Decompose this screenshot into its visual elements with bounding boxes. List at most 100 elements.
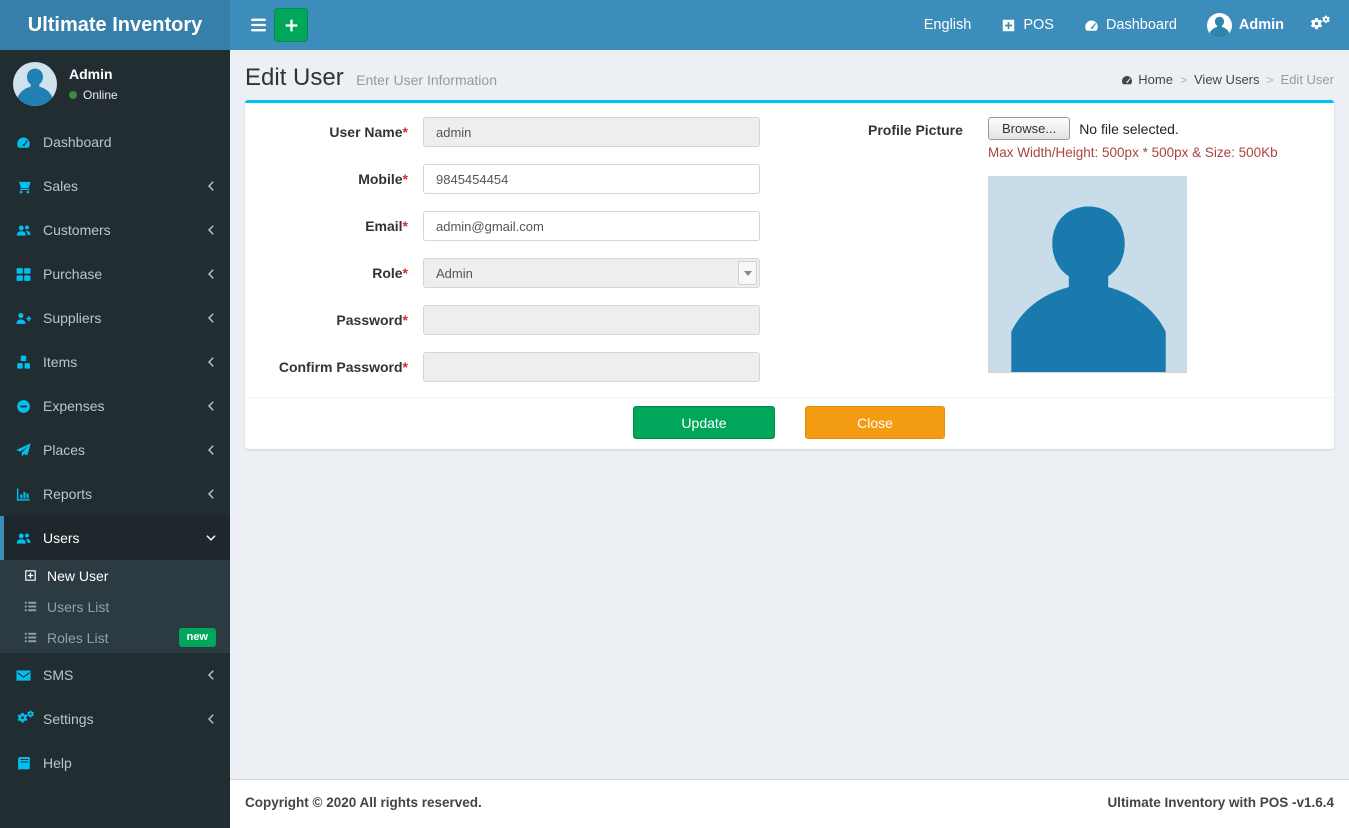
chevron-left-icon: [206, 313, 216, 323]
chevron-left-icon: [206, 670, 216, 680]
close-button[interactable]: Close: [805, 406, 945, 439]
breadcrumb-home[interactable]: Home: [1121, 72, 1173, 87]
users-submenu: New User Users List Roles List new: [0, 560, 230, 653]
sidebar-item-new-user[interactable]: New User: [0, 560, 230, 591]
page-subtitle: Enter User Information: [356, 72, 497, 88]
online-status-icon: [69, 91, 77, 99]
sidebar-item-customers[interactable]: Customers: [0, 208, 230, 252]
user-plus-icon: [16, 311, 43, 326]
avatar: [1207, 13, 1232, 38]
form-row: Password*: [260, 305, 790, 335]
nav-language[interactable]: English: [909, 0, 987, 50]
content-header: Edit User Enter User Information Home > …: [230, 50, 1349, 100]
sidebar-item-sms[interactable]: SMS: [0, 653, 230, 697]
sidebar-item-sales[interactable]: Sales: [0, 164, 230, 208]
nav-user-name: Admin: [1239, 17, 1284, 33]
nav-settings[interactable]: [1299, 0, 1341, 50]
confirm-password-input[interactable]: [423, 352, 760, 382]
chevron-left-icon: [206, 445, 216, 455]
plus-square-icon: [1001, 18, 1016, 33]
sidebar-item-roles-list[interactable]: Roles List new: [0, 622, 230, 653]
bar-chart-icon: [16, 487, 43, 502]
cart-icon: [16, 179, 43, 194]
chevron-left-icon: [206, 714, 216, 724]
sidebar-item-places[interactable]: Places: [0, 428, 230, 472]
sidebar-item-suppliers[interactable]: Suppliers: [0, 296, 230, 340]
hamburger-icon: [250, 18, 267, 32]
file-status-text: No file selected.: [1079, 121, 1179, 137]
sidebar-item-settings[interactable]: Settings: [0, 697, 230, 741]
required-asterisk: *: [403, 359, 408, 375]
envelope-icon: [16, 668, 43, 683]
chevron-left-icon: [206, 489, 216, 499]
form-row: Confirm Password*: [260, 352, 790, 382]
breadcrumb-separator: >: [1180, 73, 1187, 87]
username-label: User Name*: [260, 117, 423, 147]
role-label: Role*: [260, 258, 423, 288]
sidebar-menu: Dashboard Sales Customers Purchase Suppl…: [0, 120, 230, 785]
quick-add-button[interactable]: [274, 8, 308, 42]
profile-picture-label: Profile Picture: [868, 117, 988, 382]
paper-plane-icon: [16, 443, 43, 458]
required-asterisk: *: [403, 312, 408, 328]
mobile-input[interactable]: [423, 164, 760, 194]
sidebar-item-users[interactable]: Users: [0, 516, 230, 560]
nav-user-menu[interactable]: Admin: [1192, 0, 1299, 50]
breadcrumb-separator: >: [1267, 73, 1274, 87]
sidebar-item-purchase[interactable]: Purchase: [0, 252, 230, 296]
grid-icon: [16, 267, 43, 282]
sidebar-toggle-button[interactable]: [241, 0, 275, 50]
avatar[interactable]: [13, 62, 57, 106]
app-logo[interactable]: Ultimate Inventory: [0, 0, 230, 50]
main-content: Edit User Enter User Information Home > …: [230, 50, 1349, 779]
chevron-left-icon: [206, 357, 216, 367]
breadcrumb-current: Edit User: [1281, 72, 1334, 87]
mobile-label: Mobile*: [260, 164, 423, 194]
plus-icon: [283, 17, 300, 34]
role-selected-value: Admin: [436, 266, 473, 281]
email-input[interactable]: [423, 211, 760, 241]
password-label: Password*: [260, 305, 423, 335]
sidebar-item-items[interactable]: Items: [0, 340, 230, 384]
sidebar-user-name: Admin: [69, 66, 118, 82]
form-row: Email*: [260, 211, 790, 241]
app-title: Ultimate Inventory: [28, 14, 202, 36]
plus-square-icon: [24, 569, 47, 582]
username-input[interactable]: [423, 117, 760, 147]
sidebar-item-expenses[interactable]: Expenses: [0, 384, 230, 428]
breadcrumb-view-users[interactable]: View Users: [1194, 72, 1260, 87]
browse-button[interactable]: Browse...: [988, 117, 1070, 140]
form-actions: Update Close: [245, 397, 1334, 449]
chevron-left-icon: [206, 269, 216, 279]
book-icon: [16, 756, 43, 771]
nav-pos[interactable]: POS: [986, 0, 1069, 50]
chevron-left-icon: [206, 225, 216, 235]
cubes-icon: [16, 355, 43, 370]
users-icon: [16, 531, 43, 546]
chevron-left-icon: [206, 401, 216, 411]
page-title: Edit User: [245, 64, 344, 91]
role-select[interactable]: Admin: [423, 258, 760, 288]
nav-dashboard[interactable]: Dashboard: [1069, 0, 1192, 50]
top-navbar: Ultimate Inventory English POS Dashboard…: [0, 0, 1349, 50]
edit-user-panel: User Name* Mobile* Email* Role* Admin: [245, 100, 1334, 449]
sidebar-item-users-list[interactable]: Users List: [0, 591, 230, 622]
update-button[interactable]: Update: [633, 406, 775, 439]
select-caret-icon: [738, 261, 757, 285]
cogs-icon: [1309, 16, 1331, 34]
sidebar-user-status[interactable]: Online: [69, 88, 118, 102]
confirm-password-label: Confirm Password*: [260, 352, 423, 382]
minus-circle-icon: [16, 399, 43, 414]
sidebar-item-help[interactable]: Help: [0, 741, 230, 785]
edit-user-form: User Name* Mobile* Email* Role* Admin: [260, 117, 790, 382]
sidebar-item-dashboard[interactable]: Dashboard: [0, 120, 230, 164]
form-row: Mobile*: [260, 164, 790, 194]
profile-picture-section: Profile Picture Browse... No file select…: [868, 117, 1278, 382]
dashboard-icon: [16, 135, 43, 150]
version-text: Ultimate Inventory with POS -v1.6.4: [1107, 795, 1334, 813]
password-input[interactable]: [423, 305, 760, 335]
navbar-menu: English POS Dashboard Admin: [909, 0, 1341, 50]
sidebar-item-reports[interactable]: Reports: [0, 472, 230, 516]
dashboard-icon: [1121, 74, 1133, 86]
profile-picture-preview: [988, 176, 1187, 373]
